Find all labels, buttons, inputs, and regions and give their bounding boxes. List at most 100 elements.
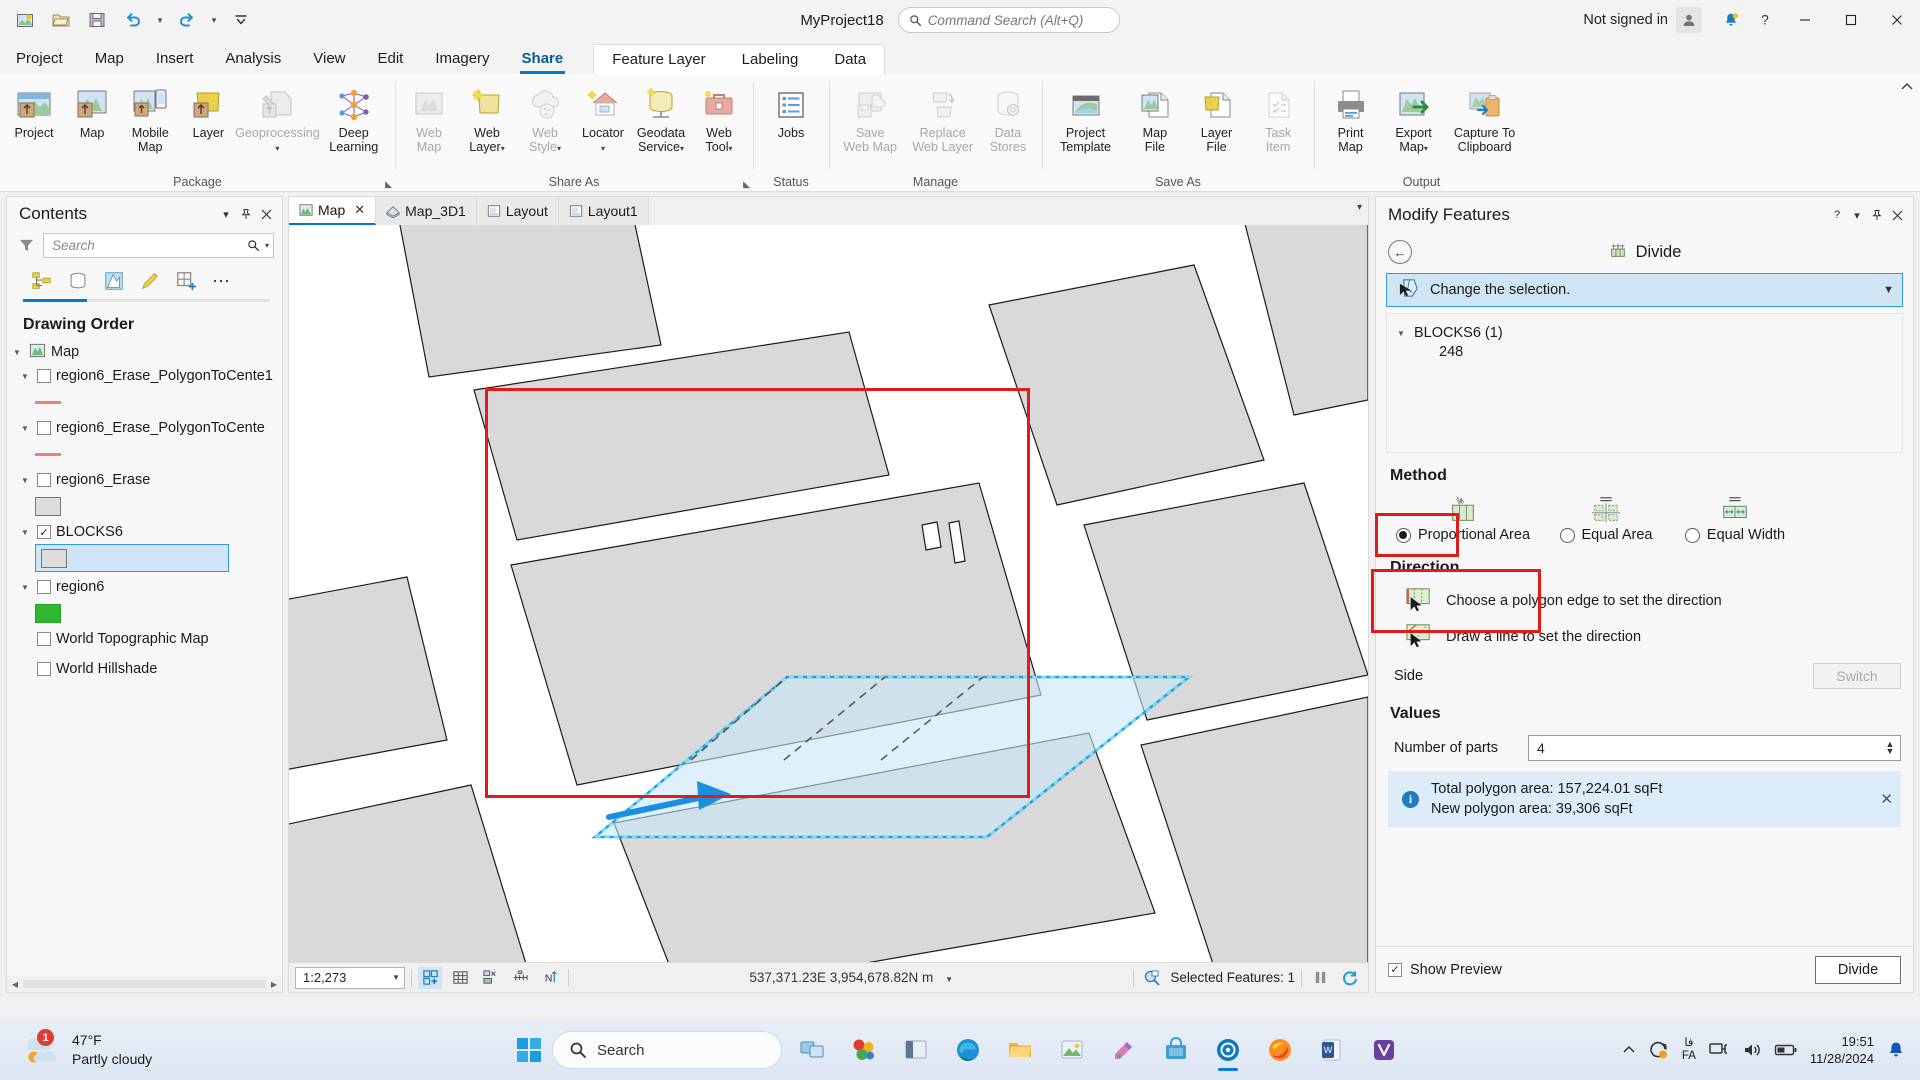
scroll-track[interactable] xyxy=(23,980,266,988)
chevron-down-icon[interactable]: ▼ xyxy=(392,973,400,982)
task-view-icon[interactable] xyxy=(790,1027,834,1073)
taskbar-search-input[interactable]: Search xyxy=(552,1031,782,1069)
view-tab-map[interactable]: Map ✕ xyxy=(289,197,377,225)
toc-item-blocks6[interactable]: ▼ ✓ BLOCKS6 xyxy=(13,520,282,544)
stepper-down-icon[interactable]: ▼ xyxy=(1886,747,1895,756)
ribbon-button-print-map[interactable]: Print Map xyxy=(1320,80,1381,157)
contextual-tab-data[interactable]: Data xyxy=(816,45,884,74)
list-by-editing-icon[interactable] xyxy=(137,268,163,294)
widgets-icon[interactable] xyxy=(842,1027,886,1073)
toc-item-world-hillshade[interactable]: World Hillshade xyxy=(13,657,282,681)
chevron-down-icon[interactable]: ▾ xyxy=(1847,204,1867,226)
redo-dropdown-icon[interactable]: ▾ xyxy=(206,5,222,35)
method-option-equal-width[interactable]: Equal Width xyxy=(1674,493,1796,543)
ribbon-button-web-map[interactable]: Web Map xyxy=(401,80,457,157)
ribbon-button-save-web-map[interactable]: Save Web Map xyxy=(835,80,905,157)
expand-triangle-icon[interactable]: ▼ xyxy=(13,348,24,357)
chevron-down-icon[interactable]: ▼ xyxy=(1883,284,1894,296)
pin-icon[interactable] xyxy=(236,203,256,225)
direction-choose-edge[interactable]: Choose a polygon edge to set the directi… xyxy=(1388,583,1901,619)
show-preview-row[interactable]: ✓ Show Preview xyxy=(1388,962,1815,978)
store-icon[interactable] xyxy=(1154,1027,1198,1073)
method-option-equal-area[interactable]: Equal Area xyxy=(1548,493,1664,543)
ribbon-tab-imagery[interactable]: Imagery xyxy=(419,44,505,74)
command-search-input[interactable]: Command Search (Alt+Q) xyxy=(897,7,1120,33)
layer-visibility-checkbox[interactable] xyxy=(37,473,51,487)
ribbon-button-locator[interactable]: Locator ▾ xyxy=(575,80,631,158)
sign-in-status[interactable]: Not signed in xyxy=(1583,12,1668,28)
measure-icon[interactable] xyxy=(508,967,532,989)
more-options-icon[interactable]: ⋯ xyxy=(209,268,235,294)
scroll-left-icon[interactable]: ◀ xyxy=(7,980,23,989)
switch-button[interactable]: Switch xyxy=(1813,663,1901,689)
app-icon[interactable] xyxy=(1362,1027,1406,1073)
expand-triangle-icon[interactable]: ▼ xyxy=(21,528,32,537)
word-icon[interactable]: W xyxy=(1310,1027,1354,1073)
undo-dropdown-icon[interactable]: ▾ xyxy=(152,5,168,35)
notifications-icon[interactable] xyxy=(1714,0,1748,40)
ribbon-button-layer-package[interactable]: Layer xyxy=(180,80,236,144)
scroll-right-icon[interactable]: ▶ xyxy=(266,980,282,989)
direction-draw-line[interactable]: Draw a line to set the direction xyxy=(1388,619,1901,655)
layer-visibility-checkbox[interactable] xyxy=(37,580,51,594)
ribbon-button-export-map[interactable]: Export Map▾ xyxy=(1383,80,1444,158)
package-dialog-launcher-icon[interactable]: ◣ xyxy=(385,179,392,190)
help-icon[interactable]: ? xyxy=(1748,0,1782,40)
ribbon-tab-analysis[interactable]: Analysis xyxy=(209,44,297,74)
ribbon-button-layer-file[interactable]: Layer File xyxy=(1187,80,1247,157)
file-explorer-window-icon[interactable] xyxy=(894,1027,938,1073)
close-button[interactable] xyxy=(1874,0,1920,40)
view-tab-layout[interactable]: Layout xyxy=(476,197,559,225)
ribbon-button-data-stores[interactable]: Data Stores xyxy=(980,80,1036,157)
view-tabs-overflow-icon[interactable]: ▾ xyxy=(1357,202,1362,213)
feature-tree-feature-id[interactable]: 248 xyxy=(1397,344,1892,366)
ribbon-button-web-tool[interactable]: Web Tool▾ xyxy=(691,80,747,158)
layer-visibility-checkbox[interactable] xyxy=(37,421,51,435)
layer-visibility-checkbox[interactable] xyxy=(37,632,51,646)
method-radio-proportional-area[interactable] xyxy=(1395,527,1411,543)
contextual-tab-labeling[interactable]: Labeling xyxy=(724,45,817,74)
onedrive-sync-icon[interactable] xyxy=(1648,1040,1670,1060)
grid-icon[interactable] xyxy=(448,967,472,989)
search-dropdown-icon[interactable]: ▾ xyxy=(265,241,269,250)
ribbon-button-replace-web-layer[interactable]: Replace Web Layer xyxy=(907,80,977,157)
redo-icon[interactable] xyxy=(170,5,204,35)
open-project-icon[interactable] xyxy=(44,5,78,35)
layer-visibility-checkbox[interactable] xyxy=(37,662,51,676)
network-icon[interactable] xyxy=(1708,1040,1730,1060)
toc-item-region6-erase[interactable]: ▼ region6_Erase xyxy=(13,468,282,492)
contents-horizontal-scrollbar[interactable]: ◀ ▶ xyxy=(7,976,282,992)
change-selection-banner[interactable]: Change the selection. ▼ xyxy=(1386,273,1903,307)
volume-icon[interactable] xyxy=(1742,1041,1762,1059)
arcgis-pro-icon[interactable] xyxy=(1206,1027,1250,1073)
edge-browser-icon[interactable] xyxy=(946,1027,990,1073)
windows-start-icon[interactable] xyxy=(514,1035,544,1065)
maximize-button[interactable] xyxy=(1828,0,1874,40)
show-preview-checkbox[interactable]: ✓ xyxy=(1388,962,1402,977)
help-icon[interactable]: ? xyxy=(1827,204,1847,226)
toc-item-map[interactable]: ▼ Map xyxy=(13,340,282,364)
add-new-map-icon[interactable] xyxy=(418,966,442,989)
undo-icon[interactable] xyxy=(116,5,150,35)
filter-icon[interactable] xyxy=(15,237,37,254)
share-as-dialog-launcher-icon[interactable]: ◣ xyxy=(743,179,750,190)
ribbon-tab-share[interactable]: Share xyxy=(506,44,580,74)
ribbon-button-mobile-map-package[interactable]: Mobile Map xyxy=(122,80,178,157)
customize-quick-access-icon[interactable] xyxy=(224,5,258,35)
ribbon-button-geodata-service[interactable]: Geodata Service▾ xyxy=(633,80,689,158)
view-tab-map3d1[interactable]: Map_3D1 xyxy=(376,197,477,225)
list-by-data-source-icon[interactable] xyxy=(65,268,91,294)
avatar[interactable] xyxy=(1676,7,1702,33)
ribbon-tab-edit[interactable]: Edit xyxy=(362,44,420,74)
tray-expand-icon[interactable] xyxy=(1622,1043,1636,1057)
toc-item-region6[interactable]: ▼ region6 xyxy=(13,575,282,599)
toc-item-region6-erase-polygontocente[interactable]: ▼ region6_Erase_PolygonToCente xyxy=(13,416,282,440)
list-by-selection-icon[interactable] xyxy=(101,268,127,294)
map-canvas[interactable] xyxy=(289,225,1368,962)
list-by-drawing-order-icon[interactable] xyxy=(29,268,55,294)
list-by-snapping-icon[interactable] xyxy=(173,268,199,294)
expand-triangle-icon[interactable]: ▼ xyxy=(21,424,32,433)
ribbon-button-capture-to-clipboard[interactable]: Capture To Clipboard xyxy=(1446,80,1523,157)
battery-icon[interactable] xyxy=(1774,1042,1798,1058)
expand-triangle-icon[interactable]: ▼ xyxy=(21,583,32,592)
